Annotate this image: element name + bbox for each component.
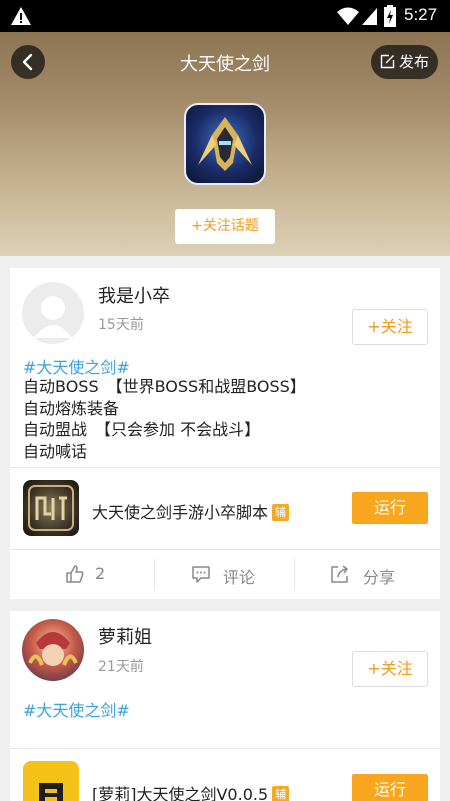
wifi-icon: [337, 7, 359, 25]
script-icon: [23, 480, 79, 536]
share-icon: [331, 565, 348, 583]
topic-header: 大天使之剑 发布 +关注话题: [0, 32, 450, 256]
like-button[interactable]: 2: [10, 550, 153, 599]
post-card: 我是小卒 15天前 +关注 #大天使之剑# 自动BOSS 【世界BOSS和战盟B…: [10, 268, 440, 599]
follow-topic-button[interactable]: +关注话题: [175, 209, 275, 244]
warning-icon: [11, 7, 31, 25]
share-label: 分享: [363, 568, 396, 587]
auxiliary-badge: 辅: [272, 786, 290, 801]
run-button[interactable]: 运行: [352, 492, 428, 524]
run-button[interactable]: 运行: [352, 774, 428, 801]
avatar[interactable]: [22, 619, 84, 681]
publish-button[interactable]: 发布: [371, 45, 438, 79]
thumbs-up-icon: [66, 565, 84, 583]
game-icon: [184, 103, 266, 185]
follow-button[interactable]: +关注: [352, 651, 428, 687]
post-card: 萝莉姐 21天前 +关注 #大天使之剑# [萝莉]大天使之剑V0.0.5 辅 运行: [10, 611, 440, 801]
script-title: 大天使之剑手游小卒脚本: [92, 503, 269, 522]
battery-icon: [384, 5, 396, 27]
script-row[interactable]: 大天使之剑手游小卒脚本辅 运行: [10, 468, 440, 550]
script-name: [萝莉]大天使之剑V0.0.5 辅: [92, 781, 290, 801]
post-body: 自动BOSS 【世界BOSS和战盟BOSS】 自动熔炼装备 自动盟战 【只会参加…: [23, 376, 306, 462]
post-actions: 2 评论 分享: [10, 550, 440, 599]
comment-button[interactable]: 评论: [155, 550, 298, 599]
like-count: 2: [95, 564, 106, 583]
publish-label: 发布: [399, 53, 430, 71]
post-time: 15天前: [98, 317, 144, 333]
post-line: 自动熔炼装备: [23, 398, 120, 418]
post-line: 自动喊话: [23, 441, 88, 461]
comment-icon: [192, 566, 210, 583]
username[interactable]: 我是小卒: [98, 282, 170, 308]
auxiliary-badge: 辅: [272, 504, 290, 521]
edit-icon: [380, 54, 395, 69]
clock: 5:27: [404, 5, 438, 24]
script-row[interactable]: [萝莉]大天使之剑V0.0.5 辅 运行: [10, 749, 440, 801]
script-icon: [23, 761, 79, 801]
signal-icon: [362, 8, 377, 25]
script-title: [萝莉]大天使之剑V0.0.5: [92, 785, 269, 801]
post-line: 自动BOSS 【世界BOSS和战盟BOSS】: [23, 377, 306, 396]
topic-tag[interactable]: #大天使之剑#: [23, 354, 130, 378]
share-button[interactable]: 分享: [295, 550, 438, 599]
post-line: 自动盟战 【只会参加 不会战斗】: [23, 420, 261, 439]
post-time: 21天前: [98, 659, 144, 675]
username[interactable]: 萝莉姐: [98, 623, 152, 649]
avatar[interactable]: [22, 282, 84, 344]
topic-tag[interactable]: #大天使之剑#: [23, 697, 130, 721]
follow-button[interactable]: +关注: [352, 309, 428, 345]
status-bar: 5:27: [0, 0, 450, 32]
comment-label: 评论: [223, 568, 256, 587]
script-name: 大天使之剑手游小卒脚本辅: [92, 499, 290, 523]
